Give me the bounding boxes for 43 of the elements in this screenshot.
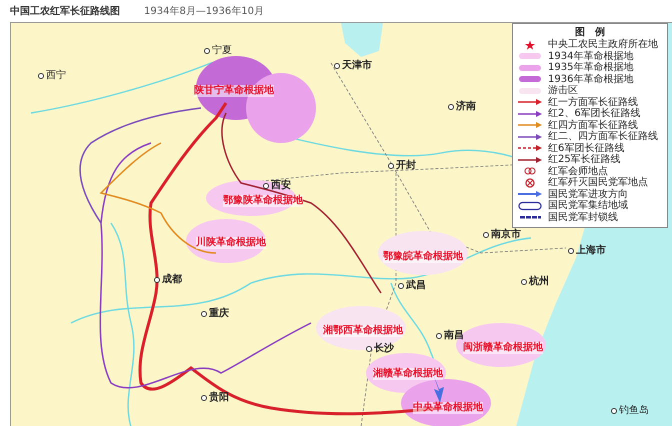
city-label: 杭州 (521, 276, 549, 288)
date-range: 1934年8月—1936年10月 (144, 5, 264, 18)
legend-label: 红军会师地点 (548, 166, 608, 177)
city-label: 成都 (154, 274, 182, 286)
city-label: 上海市 (568, 245, 606, 257)
legend-label: 中央工农民主政府所在地 (548, 39, 658, 50)
base-area-label: 湘鄂西革命根据地 (323, 325, 403, 337)
legend-label: 红一方面军长征路线 (548, 96, 638, 108)
place-label: 西宁 (38, 70, 66, 82)
legend-label: 红2、6军团长征路线 (548, 108, 641, 120)
base-area-label: 陕甘宁革命根据地 (194, 85, 274, 97)
legend-label: 1935年革命根据地 (548, 62, 634, 74)
city-label: 重庆 (201, 308, 229, 320)
legend-label: 1934年革命根据地 (548, 50, 634, 62)
legend-label: 红军歼灭国民党军地点 (548, 177, 648, 188)
base-area-label: 中央革命根据地 (413, 402, 483, 414)
base-area-label: 川陕革命根据地 (196, 237, 266, 249)
legend-label: 红四方面军长征路线 (548, 120, 638, 131)
legend-label: 国民党军进攻方向 (548, 188, 628, 200)
legend-label: 国民党军封锁线 (548, 212, 618, 223)
city-label: 贵阳 (201, 392, 229, 404)
city-label: 西安 (263, 180, 291, 192)
city-label: 南昌 (436, 330, 464, 342)
place-label: 钓鱼岛 (611, 405, 649, 417)
city-label: 长沙 (366, 343, 394, 355)
city-label: 南京市 (483, 229, 521, 241)
legend-label: 红二、四方面军长征路线 (548, 131, 658, 142)
base-area-label: 闽浙赣革命根据地 (463, 342, 543, 354)
base-area-label: 鄂豫陕革命根据地 (223, 195, 303, 207)
city-label: 济南 (448, 101, 476, 113)
city-label: 开封 (388, 160, 416, 172)
legend-label: 国民党军集结地域 (548, 200, 628, 212)
map-title: 中国工农红军长征路线图 (10, 4, 120, 18)
legend-label: 红6军团长征路线 (548, 142, 624, 154)
base-area-label: 鄂豫皖革命根据地 (383, 251, 463, 263)
legend-label: 游击区 (548, 85, 578, 96)
city-label: 武昌 (398, 280, 426, 292)
legend-label: 1936年革命根据地 (548, 74, 634, 85)
city-label: 天津市 (334, 60, 372, 72)
base-area-label: 湘赣革命根据地 (373, 368, 443, 380)
legend-title: 图 例 (575, 26, 605, 38)
place-label: 宁夏 (204, 45, 232, 57)
legend-label: 红25军长征路线 (548, 154, 621, 166)
